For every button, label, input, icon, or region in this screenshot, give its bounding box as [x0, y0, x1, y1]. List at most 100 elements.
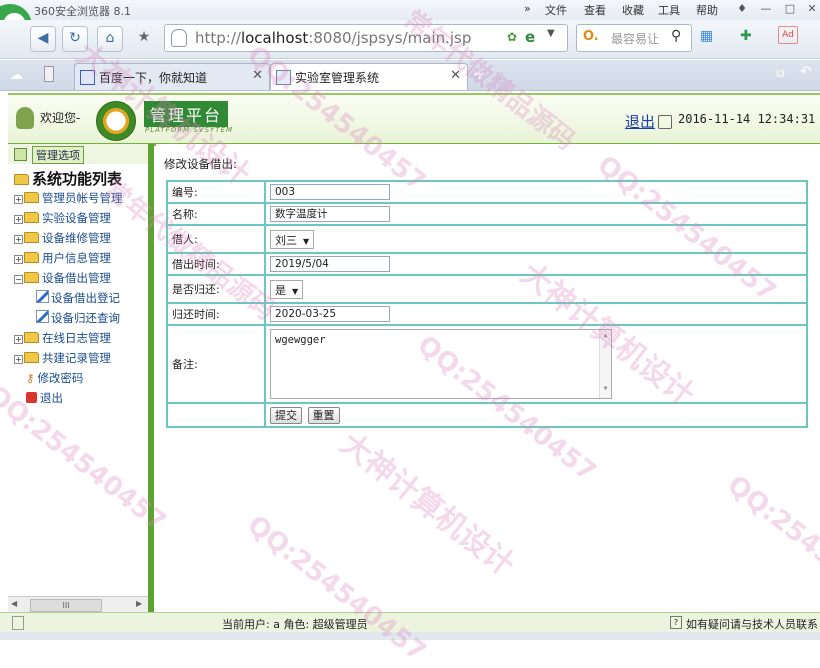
sidebar-item-repair[interactable]: + 设备维修管理	[14, 230, 111, 246]
refresh-icon[interactable]: ↻	[62, 26, 88, 52]
folder-icon	[14, 174, 29, 185]
folder-icon	[24, 212, 39, 223]
sidebar-item-records[interactable]: + 共建记录管理	[14, 350, 111, 366]
tab-lab-system[interactable]: 实验室管理系统 ✕	[270, 63, 468, 90]
menu-file[interactable]: 文件	[545, 2, 567, 18]
textarea-scrollbar[interactable]: ▲ ▼	[599, 330, 611, 398]
dropdown-arrow-icon: ▼	[292, 286, 299, 296]
logout-link[interactable]: 退出	[625, 111, 655, 132]
home-icon[interactable]: ⌂	[97, 26, 123, 52]
undo-icon[interactable]: ↶	[800, 64, 812, 80]
edit-icon	[36, 310, 49, 323]
restore-tab-icon[interactable]: ⧉	[776, 66, 785, 81]
sidebar-item-admin[interactable]: + 管理员帐号管理	[14, 190, 123, 206]
form-row-id: 编号: 003	[166, 180, 808, 204]
sidebar-toggle-icon[interactable]	[44, 66, 54, 82]
current-user-status: 当前用户: a 角色: 超级管理员	[222, 618, 368, 631]
back-icon[interactable]: ◀	[30, 26, 56, 52]
sidebar-item-users[interactable]: + 用户信息管理	[14, 250, 111, 266]
search-input[interactable]: 最容易让	[611, 30, 659, 47]
remark-textarea[interactable]: wgewgger ▲ ▼	[270, 329, 612, 399]
menu-favorites[interactable]: 收藏	[622, 2, 644, 18]
sidebar-header: 管理选项	[8, 144, 148, 164]
menu-tools[interactable]: 工具	[658, 2, 680, 18]
form-heading: 修改设备借出:	[164, 157, 237, 171]
more-icon[interactable]: »	[524, 2, 531, 15]
sidebar-horizontal-scrollbar[interactable]: ◀ III ▶	[8, 596, 148, 613]
security-icon[interactable]: ✚	[740, 28, 752, 44]
borrower-select[interactable]: 刘三 ▼	[270, 229, 315, 249]
expand-icon[interactable]: +	[14, 215, 23, 224]
scroll-left-icon[interactable]: ◀	[11, 599, 17, 608]
expand-icon[interactable]: +	[14, 195, 23, 204]
sidebar-item-label: 管理员帐号管理	[42, 191, 123, 205]
scroll-thumb[interactable]: III	[30, 599, 102, 612]
id-field[interactable]: 003	[270, 184, 390, 200]
sidebar-item-exit[interactable]: 退出	[26, 390, 63, 406]
sidebar-subitem-lend-register[interactable]: 设备借出登记	[36, 290, 120, 306]
compat-icon[interactable]: ✿	[507, 30, 517, 44]
sidebar-item-equipment[interactable]: + 实验设备管理	[14, 210, 111, 226]
expand-icon[interactable]: +	[14, 355, 23, 364]
adblock-icon[interactable]: Ad	[778, 26, 798, 44]
returned-label: 是否归还:	[166, 274, 266, 304]
sidebar-item-change-password[interactable]: ⚷ 修改密码	[26, 370, 83, 386]
options-label[interactable]: 管理选项	[32, 146, 84, 164]
maximize-button[interactable]: □	[780, 1, 800, 17]
reset-button[interactable]: 重置	[307, 406, 340, 424]
menu-help[interactable]: 帮助	[696, 2, 718, 18]
return-time-field[interactable]: 2020-03-25	[270, 306, 390, 322]
favorite-star-icon[interactable]: ★	[132, 26, 156, 50]
form-row-borrower: 借人: 刘三 ▼	[166, 224, 808, 254]
expand-icon[interactable]: +	[14, 255, 23, 264]
sidebar-item-label: 修改密码	[37, 371, 84, 385]
expand-icon[interactable]: +	[14, 335, 23, 344]
address-bar[interactable]: http://localhost:8080/jspsys/main.jsp ✿ …	[164, 24, 568, 52]
scroll-right-icon[interactable]: ▶	[136, 599, 142, 608]
search-icon[interactable]: ⚲	[671, 28, 681, 44]
minimize-button[interactable]: —	[756, 1, 776, 17]
sidebar-title: 系统功能列表	[14, 168, 122, 189]
search-box[interactable]: O. 最容易让 ⚲	[576, 24, 692, 52]
dropdown-arrow-icon: ▼	[303, 236, 310, 246]
app-emblem-icon	[96, 101, 136, 141]
submit-button[interactable]: 提交	[270, 406, 302, 424]
edit-icon	[36, 290, 49, 303]
return-time-cell: 2020-03-25	[264, 302, 808, 326]
sidebar-subitem-label: 设备归还查询	[51, 311, 120, 325]
sidebar-subitem-return-query[interactable]: 设备归还查询	[36, 310, 120, 326]
sidebar-subitem-label: 设备借出登记	[51, 291, 120, 305]
remark-text: wgewgger	[275, 334, 326, 346]
cloud-icon[interactable]: ☁	[10, 68, 23, 83]
close-icon[interactable]: ✕	[252, 68, 263, 83]
apps-grid-icon[interactable]: ▦	[700, 28, 713, 44]
sidebar-item-lending[interactable]: − 设备借出管理	[14, 270, 111, 286]
engine-icon[interactable]: e	[525, 28, 535, 46]
tab-baidu[interactable]: 百度一下，你就知道 ✕	[74, 63, 270, 90]
dropdown-chevron-icon[interactable]: ▼	[547, 28, 555, 39]
folder-icon	[24, 232, 39, 243]
borrow-time-label: 借出时间:	[166, 252, 266, 276]
new-tab-icon[interactable]: +	[473, 64, 486, 83]
help-text: 如有疑问请与技术人员联系	[686, 618, 818, 631]
app-header: 欢迎您- 管理平台 PLATFORM SVSYTEM 退出 2016-11-14…	[8, 93, 820, 146]
form-row-returned: 是否归还: 是 ▼	[166, 274, 808, 304]
sidebar-item-logs[interactable]: + 在线日志管理	[14, 330, 111, 346]
sidebar-item-label: 用户信息管理	[42, 251, 111, 265]
actions-cell: 提交 重置	[264, 402, 808, 428]
expand-icon[interactable]: +	[14, 235, 23, 244]
sidebar-item-label: 共建记录管理	[42, 351, 111, 365]
skin-icon[interactable]: ♦	[732, 1, 752, 17]
collapse-icon[interactable]: −	[14, 275, 23, 284]
shield-icon	[171, 29, 187, 47]
search-engine-icon[interactable]: O.	[583, 29, 599, 44]
key-icon: ⚷	[26, 371, 35, 385]
returned-select[interactable]: 是 ▼	[270, 279, 304, 299]
name-field[interactable]: 数字温度计	[270, 206, 390, 222]
menu-view[interactable]: 查看	[584, 2, 606, 18]
borrow-time-field[interactable]: 2019/5/04	[270, 256, 390, 272]
close-icon[interactable]: ✕	[450, 68, 461, 83]
browser-bottom-bar	[0, 632, 820, 640]
help-icon: ?	[670, 616, 682, 629]
close-window-button[interactable]: ✕	[802, 1, 820, 17]
